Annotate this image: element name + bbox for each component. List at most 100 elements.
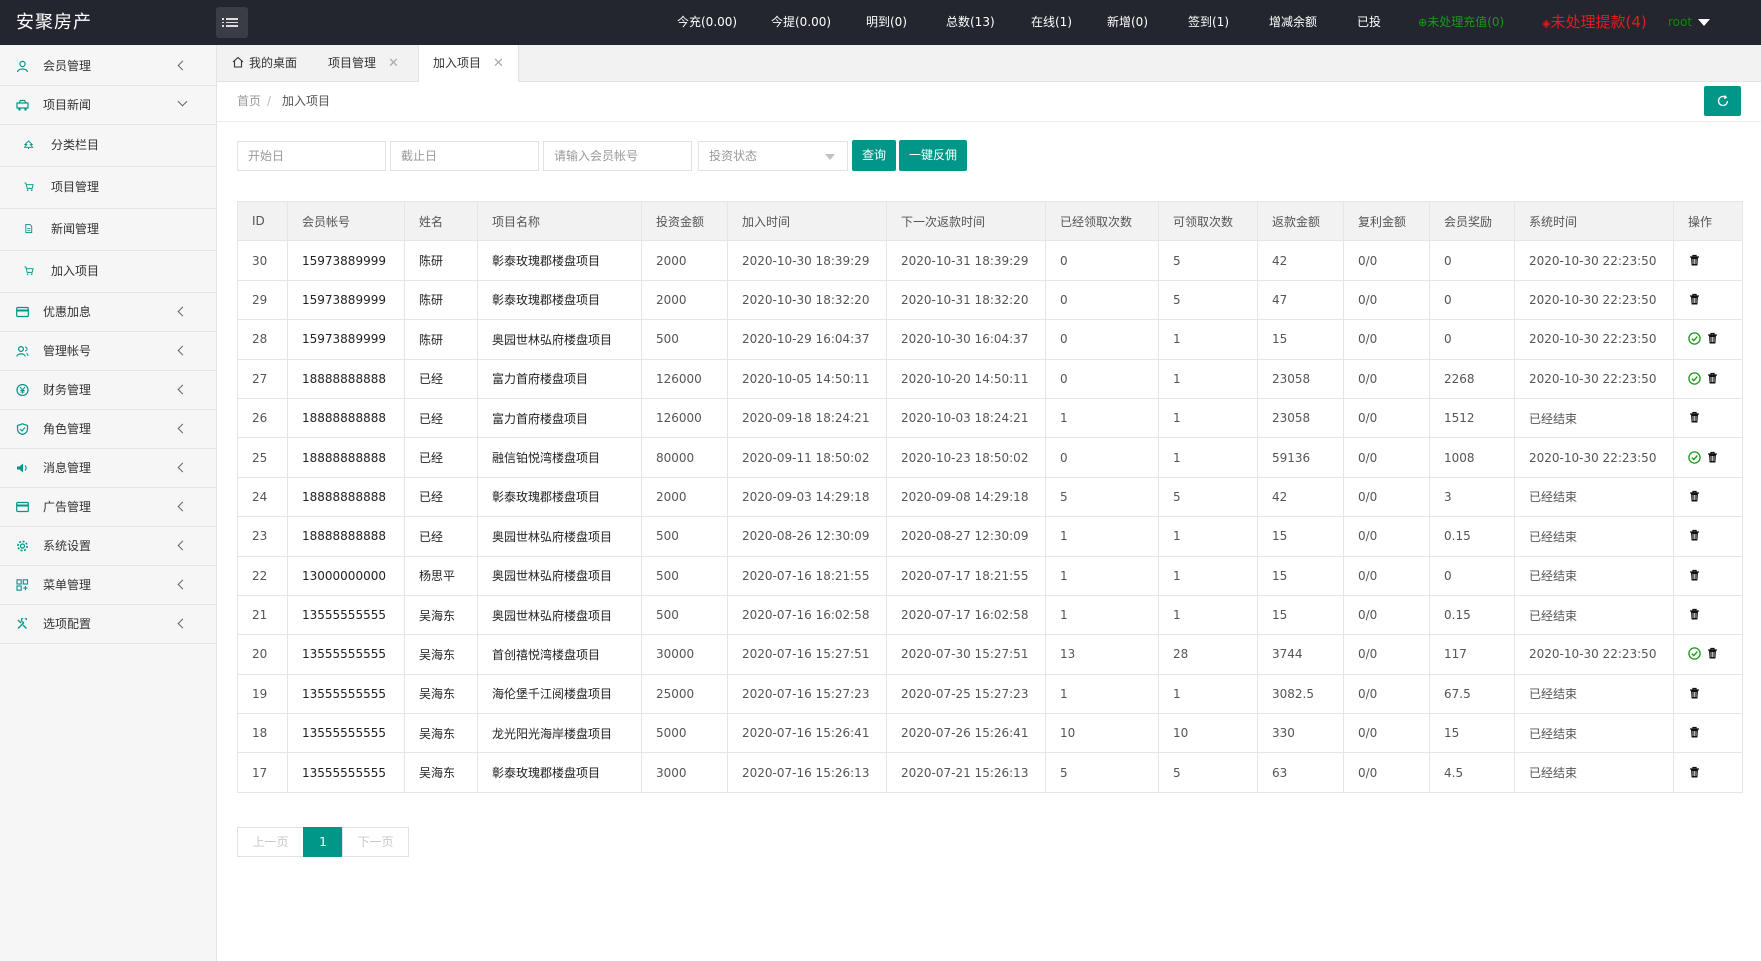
trash-icon[interactable]: [1706, 372, 1719, 385]
user-menu[interactable]: root: [1668, 0, 1711, 45]
refresh-button[interactable]: [1704, 86, 1741, 116]
top-stat-label: 明到(0): [866, 15, 907, 29]
top-stat-10[interactable]: ◈未处理提款(4): [1542, 0, 1647, 45]
cell-compound: 0/0: [1343, 555, 1430, 596]
cell-name: 已经: [404, 437, 478, 478]
top-stat-9[interactable]: ⊕未处理充值(0): [1418, 0, 1504, 45]
breadcrumb-home[interactable]: 首页: [237, 82, 261, 121]
trash-icon[interactable]: [1688, 529, 1701, 542]
top-stat-7[interactable]: 增减余额: [1269, 0, 1317, 45]
top-stat-label: 未处理充值(0): [1427, 15, 1505, 29]
cell-account: 13555555555: [287, 594, 405, 636]
cell-refund: 3744: [1257, 634, 1344, 675]
trash-icon[interactable]: [1706, 451, 1719, 464]
search-button[interactable]: 查询: [852, 140, 896, 171]
cart-icon: [24, 266, 34, 275]
caret-down-icon: [825, 154, 835, 160]
top-stat-0[interactable]: 今充(0.00): [677, 0, 737, 45]
trash-icon[interactable]: [1688, 411, 1701, 424]
tab-my-desktop[interactable]: 我的桌面: [232, 45, 297, 81]
page-1-button[interactable]: 1: [303, 827, 343, 857]
menu-toggle-button[interactable]: [216, 7, 248, 38]
sidebar-item-9[interactable]: 角色管理: [0, 410, 216, 449]
trash-icon[interactable]: [1688, 569, 1701, 582]
cell-id: 21: [237, 594, 288, 636]
sidebar-item-4[interactable]: 新闻管理: [0, 209, 216, 251]
cell-amount: 126000: [641, 358, 728, 399]
top-stat-3[interactable]: 总数(13): [946, 0, 995, 45]
chevron-left-icon: [177, 423, 188, 434]
sidebar-item-label: 财务管理: [43, 383, 92, 397]
start-date-input[interactable]: [237, 141, 386, 171]
cell-name: 陈研: [404, 279, 478, 321]
sidebar-item-10[interactable]: 消息管理: [0, 449, 216, 488]
cell-actions: [1673, 516, 1743, 557]
sidebar-item-1[interactable]: 项目新闻: [0, 86, 216, 125]
prev-page-button[interactable]: 上一页: [237, 827, 304, 857]
sidebar-item-5[interactable]: 加入项目: [0, 251, 216, 293]
check-circle-icon[interactable]: [1688, 332, 1701, 346]
trash-icon[interactable]: [1688, 608, 1701, 621]
next-page-button[interactable]: 下一页: [342, 827, 409, 857]
top-stat-8[interactable]: 已投: [1357, 0, 1381, 45]
table-row: 18 13555555555 吴海东 龙光阳光海岸楼盘项目 5000 2020-07-16…: [237, 713, 1743, 754]
trash-icon[interactable]: [1688, 726, 1701, 739]
top-stat-2[interactable]: 明到(0): [866, 0, 907, 45]
sidebar-item-13[interactable]: 菜单管理: [0, 566, 216, 605]
top-stat-label: 新增(0): [1107, 15, 1148, 29]
trash-icon[interactable]: [1706, 332, 1719, 345]
sidebar-item-12[interactable]: 系统设置: [0, 527, 216, 566]
sidebar-item-8[interactable]: 财务管理: [0, 371, 216, 410]
tab-project-management[interactable]: 项目管理 ✕: [328, 45, 399, 81]
sidebar-item-2[interactable]: 分类栏目: [0, 125, 216, 167]
sidebar-item-14[interactable]: 选项配置: [0, 605, 216, 644]
sidebar-item-6[interactable]: 优惠加息: [0, 293, 216, 332]
check-circle-icon[interactable]: [1688, 647, 1701, 661]
sidebar-item-7[interactable]: 管理帐号: [0, 332, 216, 371]
breadcrumb: 首页 / 加入项目: [217, 82, 1761, 122]
cell-id: 25: [237, 437, 288, 478]
end-date-input[interactable]: [390, 141, 539, 171]
trash-icon[interactable]: [1706, 647, 1719, 660]
close-icon[interactable]: ✕: [493, 56, 504, 71]
cell-received: 10: [1045, 713, 1159, 754]
trash-icon[interactable]: [1688, 766, 1701, 779]
cell-name: 已经: [404, 476, 478, 518]
cell-join-time: 2020-07-16 16:02:58: [727, 594, 887, 636]
trash-icon[interactable]: [1688, 687, 1701, 700]
close-icon[interactable]: ✕: [388, 56, 399, 71]
table-row: 26 18888888888 已经 富力首府楼盘项目 126000 2020-09-18 …: [237, 397, 1743, 439]
cell-refund: 15: [1257, 319, 1344, 360]
trash-icon[interactable]: [1688, 254, 1701, 267]
cell-compound: 0/0: [1343, 279, 1430, 321]
tab-join-project[interactable]: 加入项目 ✕: [418, 45, 519, 82]
top-stat-6[interactable]: 签到(1): [1188, 0, 1229, 45]
sidebar-item-11[interactable]: 广告管理: [0, 488, 216, 527]
sidebar-item-0[interactable]: 会员管理: [0, 47, 216, 86]
column-header: 系统时间: [1514, 200, 1674, 242]
tools-icon: [17, 618, 28, 629]
cell-name: 吴海东: [404, 673, 478, 715]
check-circle-icon[interactable]: [1688, 372, 1701, 385]
investment-status-select[interactable]: 投资状态: [698, 141, 848, 171]
chevron-left-icon: [177, 618, 188, 629]
cell-next-time: 2020-07-30 15:27:51: [886, 634, 1046, 675]
users-icon: [16, 345, 29, 357]
chevron-left-icon: [177, 540, 188, 551]
cell-refund: 42: [1257, 476, 1344, 518]
table-row: 30 15973889999 陈研 彰泰玫瑰郡楼盘项目 2000 2020-10-30 1…: [237, 240, 1743, 281]
top-stat-5[interactable]: 新增(0): [1107, 0, 1148, 45]
top-stat-1[interactable]: 今提(0.00): [771, 0, 831, 45]
trash-icon[interactable]: [1688, 490, 1701, 503]
cell-amount: 25000: [641, 673, 728, 715]
top-stat-label: 已投: [1357, 15, 1382, 29]
check-circle-icon[interactable]: [1688, 450, 1701, 464]
column-header: ID: [237, 200, 288, 242]
trash-icon[interactable]: [1688, 293, 1701, 306]
card-icon: [16, 306, 29, 318]
one-click-rebate-button[interactable]: 一键反佣: [899, 140, 967, 171]
top-stat-4[interactable]: 在线(1): [1031, 0, 1072, 45]
member-account-input[interactable]: [543, 141, 692, 171]
sidebar-item-label: 菜单管理: [43, 578, 92, 592]
sidebar-item-3[interactable]: 项目管理: [0, 167, 216, 209]
